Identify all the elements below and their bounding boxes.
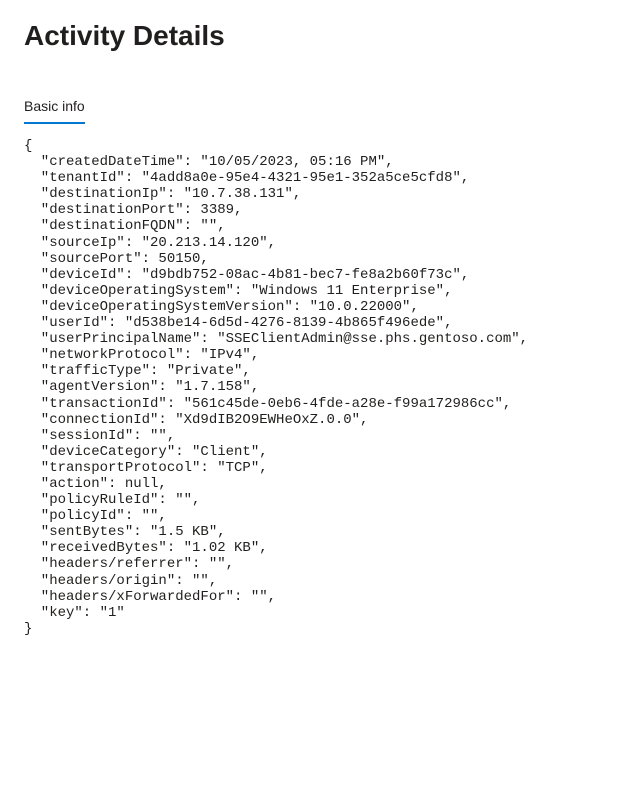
activity-details-json: { ″createdDateTime″: ″10/05/2023, 05:16 … bbox=[24, 138, 616, 637]
page-title: Activity Details bbox=[24, 20, 616, 52]
tab-basic-info[interactable]: Basic info bbox=[24, 92, 85, 124]
tabs-container: Basic info bbox=[24, 92, 616, 124]
